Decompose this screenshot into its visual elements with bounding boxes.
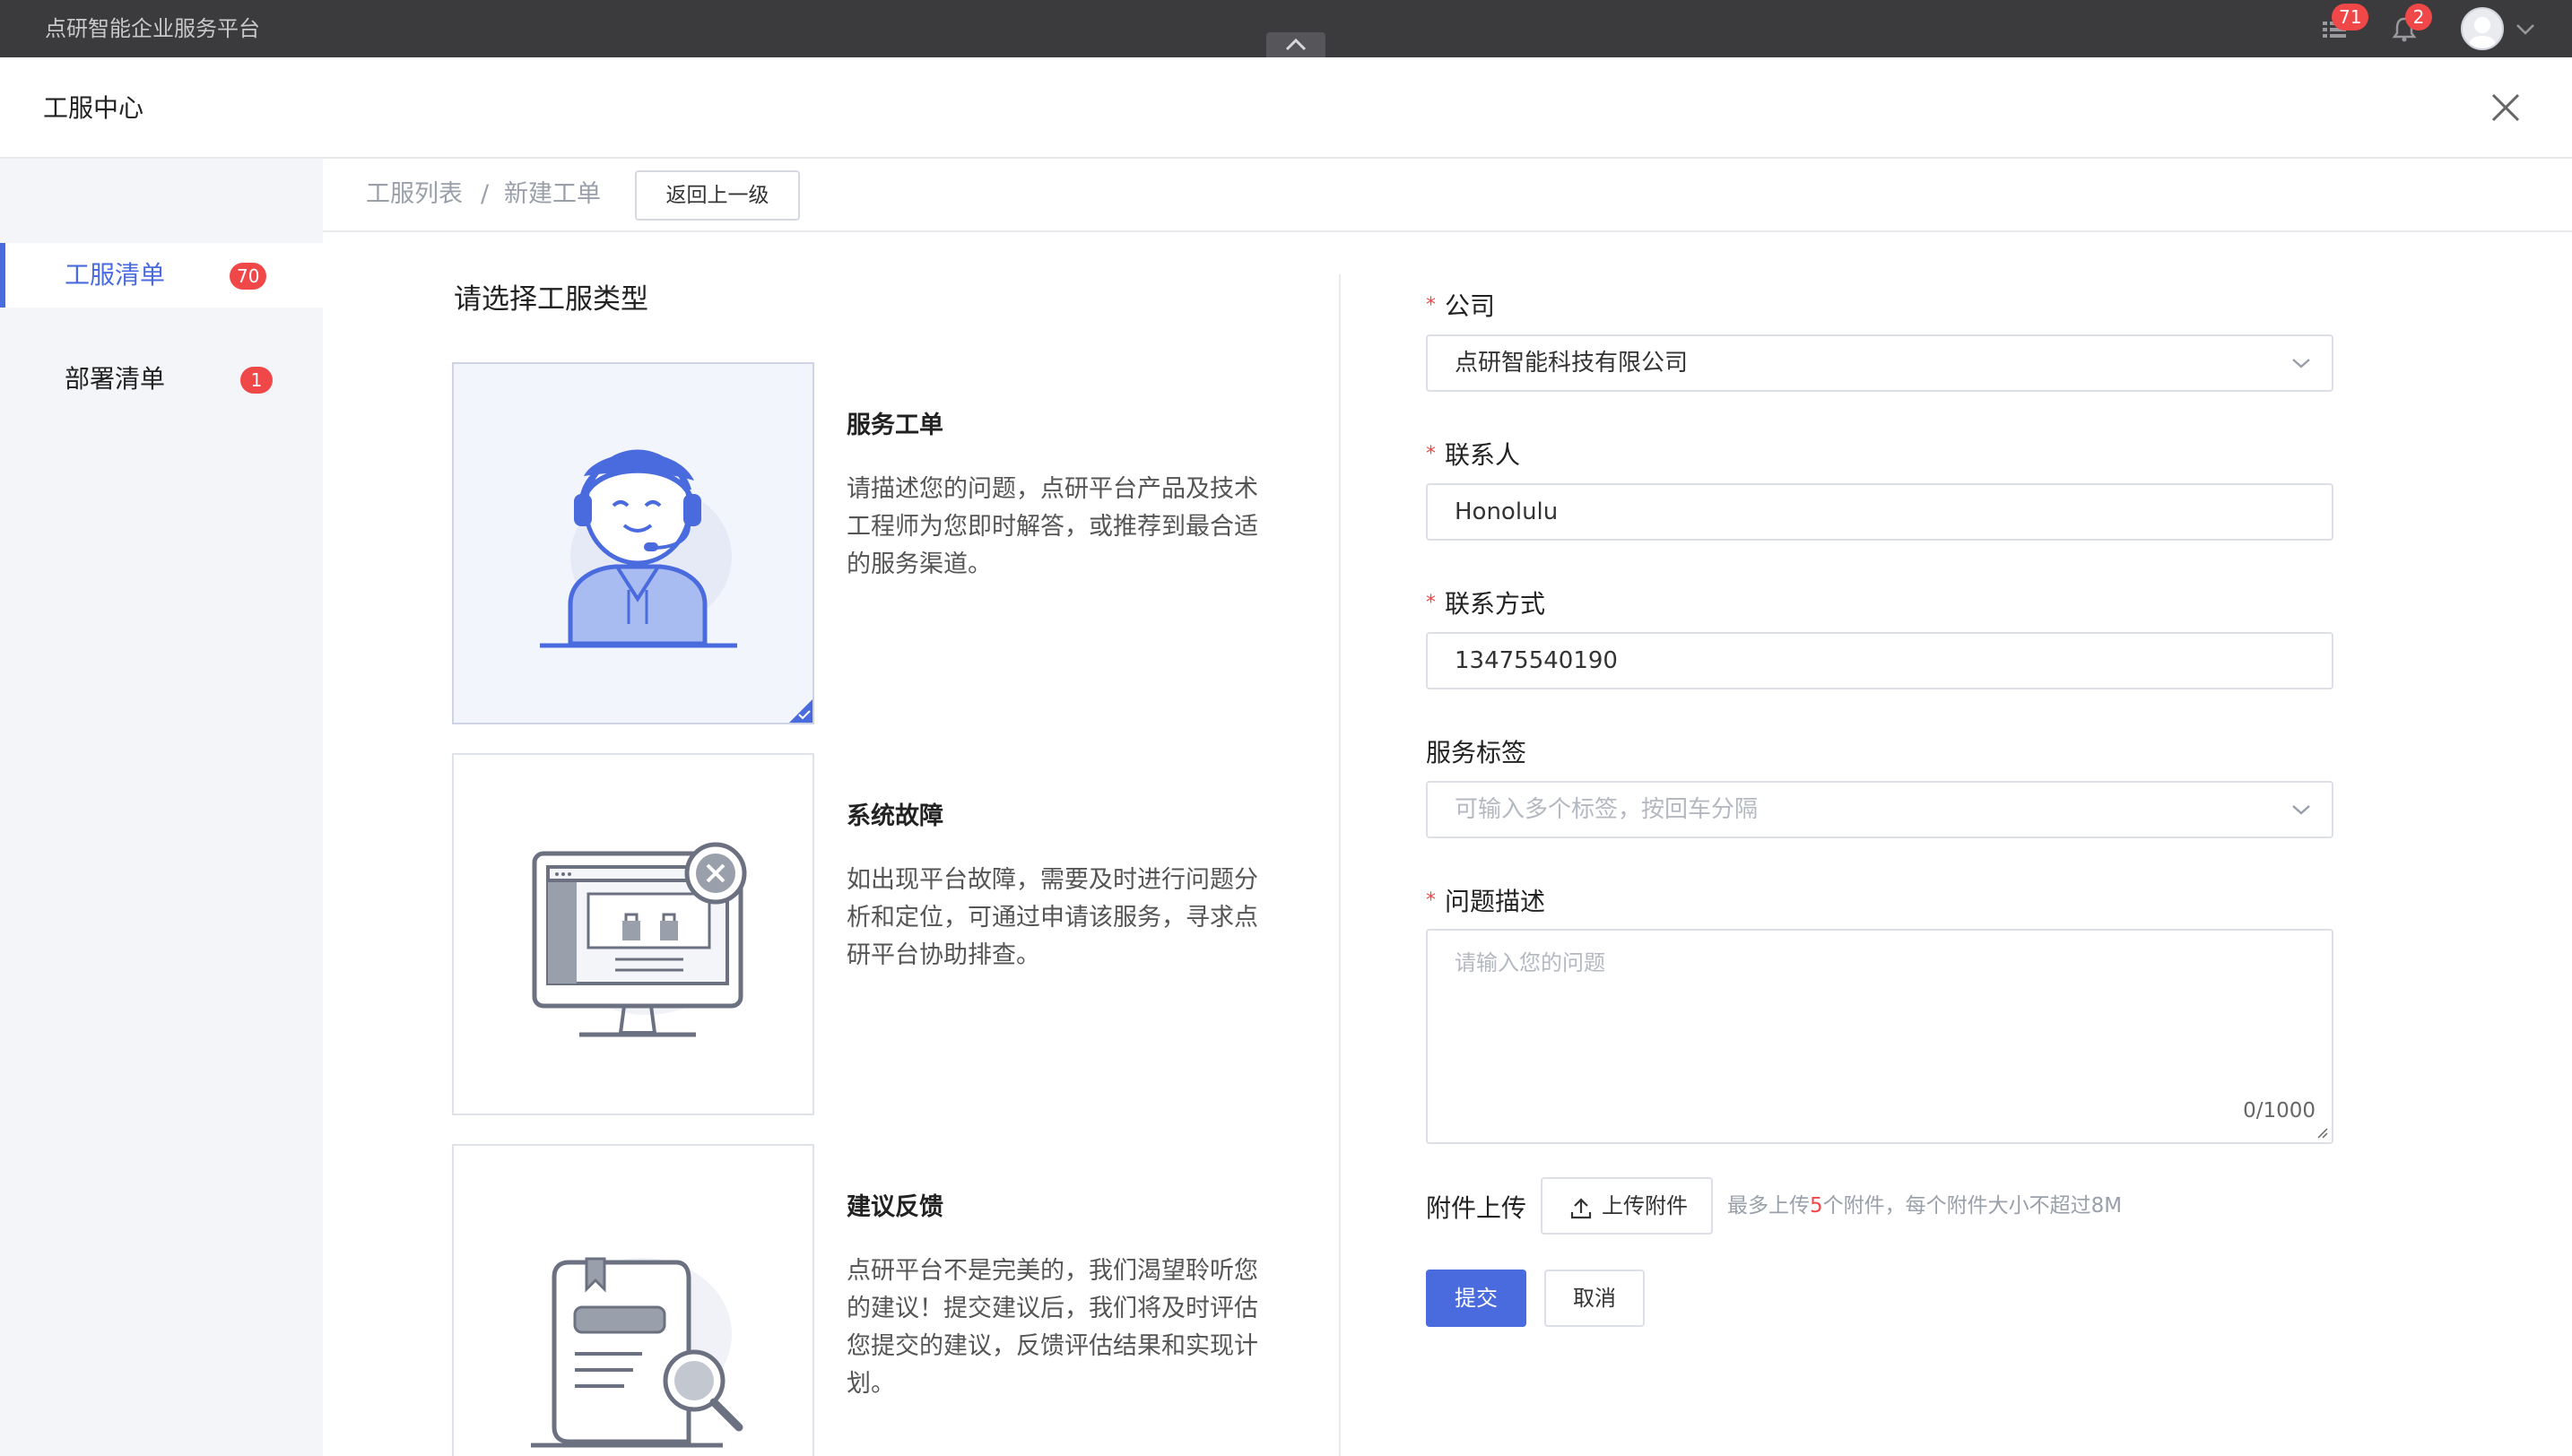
document-search-illustration [531,1257,743,1448]
company-select[interactable]: 点研智能科技有限公司 [1426,334,2333,392]
page-header: 工服中心 [0,57,2572,159]
contact-label: * 联系人 [1426,440,1521,470]
type-info-service: 服务工单 请描述您的问题，点研平台产品及技术工程师为您即时解答，或推荐到最合适的… [847,405,1259,584]
tags-label: 服务标签 [1426,738,1527,767]
type-description: 请描述您的问题，点研平台产品及技术工程师为您即时解答，或推荐到最合适的服务渠道。 [847,475,1258,578]
type-description: 点研平台不是完美的，我们渴望聆听您的建议！提交建议后，我们将及时评估您提交的建议… [847,1257,1258,1398]
task-count-badge: 71 [2332,4,2369,30]
attachment-label: 附件上传 [1426,1193,1527,1223]
required-mark: * [1426,592,1436,614]
company-value: 点研智能科技有限公司 [1455,350,1689,377]
upload-button[interactable]: 上传附件 [1541,1177,1713,1235]
checkmark-icon [798,710,811,720]
sidebar-item-deploy-list[interactable]: 部署清单 1 [0,347,323,412]
upload-button-label: 上传附件 [1602,1193,1688,1218]
contact-value: Honolulu [1455,498,1559,525]
sidebar-item-label: 工服清单 [65,260,166,290]
phone-label: * 联系方式 [1426,589,1546,619]
monitor-error-illustration [532,842,747,1037]
close-button[interactable] [2489,91,2522,124]
breadcrumb-separator: / [481,180,490,208]
chevron-down-icon [2292,359,2310,368]
type-info-feedback: 建议反馈 点研平台不是完美的，我们渴望聆听您的建议！提交建议后，我们将及时评估您… [847,1187,1259,1403]
top-bar: 点研智能企业服务平台 71 2 [0,0,2572,57]
breadcrumb-link-service-list[interactable]: 工服列表 [366,159,463,230]
phone-input[interactable]: 13475540190 [1426,632,2333,689]
sidebar-count-badge: 70 [230,263,267,290]
sidebar-item-label: 部署清单 [65,364,166,394]
type-card-service[interactable] [452,362,814,724]
upload-icon [1570,1198,1592,1219]
user-avatar-icon [2469,17,2496,48]
page-title: 工服中心 [43,93,144,123]
user-avatar[interactable] [2461,7,2504,50]
back-button[interactable]: 返回上一级 [635,170,800,221]
type-description: 如出现平台故障，需要及时进行问题分析和定位，可通过申请该服务，寻求点研平台协助排… [847,866,1258,969]
upload-max-count: 5 [1810,1194,1823,1218]
submit-button[interactable]: 提交 [1426,1270,1526,1327]
upload-hint: 最多上传5个附件，每个附件大小不超过8M [1727,1194,2123,1218]
chevron-down-icon[interactable] [2515,20,2536,38]
tags-placeholder: 可输入多个标签，按回车分隔 [1455,796,1759,823]
description-label: * 问题描述 [1426,887,1546,916]
collapse-up-icon [1285,38,1307,51]
required-mark: * [1426,889,1436,912]
tags-select[interactable]: 可输入多个标签，按回车分隔 [1426,781,2333,838]
notification-count-badge: 2 [2405,4,2432,30]
cancel-button[interactable]: 取消 [1544,1270,1645,1327]
phone-value: 13475540190 [1455,647,1618,674]
sidebar-item-service-list[interactable]: 工服清单 70 [0,243,323,308]
description-placeholder: 请输入您的问题 [1455,950,1605,975]
type-title: 建议反馈 [847,1193,943,1221]
sidebar: 工服清单 70 部署清单 1 [0,159,323,1456]
type-title: 服务工单 [847,412,943,439]
required-mark: * [1426,443,1436,465]
sidebar-count-badge: 1 [240,367,273,394]
description-textarea[interactable]: 请输入您的问题 0/1000 [1426,929,2333,1144]
resize-handle-icon[interactable] [2316,1126,2328,1139]
close-icon [2491,93,2520,122]
type-section-title: 请选择工服类型 [454,283,648,316]
support-agent-illustration [540,449,737,648]
company-label: * 公司 [1426,291,1496,321]
type-card-system-fault[interactable] [452,753,814,1115]
breadcrumb: 工服列表 / 新建工单 返回上一级 [323,159,2572,232]
required-mark: * [1426,294,1436,316]
breadcrumb-current: 新建工单 [504,180,601,208]
type-title: 系统故障 [847,802,943,830]
contact-input[interactable]: Honolulu [1426,483,2333,541]
type-info-system-fault: 系统故障 如出现平台故障，需要及时进行问题分析和定位，可通过申请该服务，寻求点研… [847,796,1259,975]
app-title: 点研智能企业服务平台 [45,16,260,41]
char-counter: 0/1000 [2243,1099,2316,1122]
collapse-topbar-button[interactable] [1266,32,1325,57]
chevron-down-icon [2292,805,2310,815]
vertical-divider [1339,274,1341,1456]
type-card-feedback[interactable] [452,1144,814,1456]
